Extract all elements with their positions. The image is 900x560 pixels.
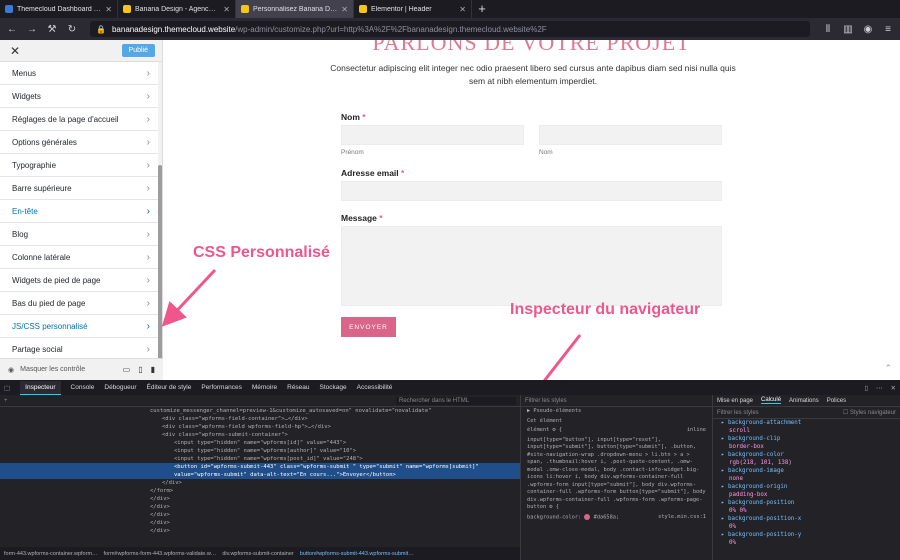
color-swatch[interactable] [584,513,591,520]
property-value: border-box [729,444,764,450]
html-node-line[interactable]: <input type="hidden" name="wpforms[post_… [0,455,520,463]
computed-property[interactable]: ▸ background-position-y 0% [713,531,900,547]
computed-property[interactable]: ▸ background-origin padding-box [713,483,900,499]
property-name: ▸ background-origin [721,484,788,490]
property-name: ▸ background-position-y [721,532,802,538]
devtools-html-panel: + Rechercher dans le HTML customize_mess… [0,395,520,547]
property-name: ▸ background-position-x [721,516,802,522]
property-value: none [729,476,743,482]
html-breadcrumb: form-443.wpforms-container.wpform… form#w… [0,547,520,560]
computed-tab[interactable]: Animations [789,398,819,404]
html-node-line[interactable]: value="wpforms-submit" data-alt-text="En… [0,471,520,479]
html-tree: customize_messenger_channel=preview-1&cu… [0,407,520,535]
devtools-tabs: ⬚ Inspecteur Console Débogueur Éditeur de st… [0,380,900,395]
html-node-line[interactable]: customize_messenger_channel=preview-1&cu… [0,407,520,415]
devtools-tab[interactable]: Éditeur de style [147,384,192,391]
computed-properties: ▸ background-attachment scroll ▸ backgroun… [713,419,900,547]
devtools-computed-panel: Mise en page Calculé Animations Polices Fil… [712,395,900,560]
html-node-line[interactable]: </div> [0,527,520,535]
property-name: ▸ background-position [721,500,795,506]
html-node-line[interactable]: </div> [0,511,520,519]
property-value: 0% 0% [729,508,747,514]
rules-toolbar: Filtrer les styles [521,395,712,407]
computed-property[interactable]: ▸ background-position-x 0% [713,515,900,531]
html-node-line[interactable]: <div class="wpforms-submit-container"> [0,431,520,439]
property-name: ▸ background-attachment [721,420,802,426]
html-node-line[interactable]: <input type="hidden" name="wpforms[id]" … [0,439,520,447]
browser-styles-checkbox[interactable]: ☐ Styles navigateur [843,409,896,416]
computed-toolbar: Filtrer les styles ☐ Styles navigateur [713,407,900,419]
breadcrumb-item[interactable]: form-443.wpforms-container.wpform… [4,551,98,557]
property-value: rgb(218, 101, 138) [729,460,792,466]
css-declaration[interactable]: background-color: #da658a; style.min.css… [521,513,712,523]
html-node-line[interactable]: <button id="wpforms-submit-443" class="w… [0,463,520,471]
html-toolbar: + Rechercher dans le HTML [0,395,520,407]
computed-property[interactable]: ▸ background-clip border-box [713,435,900,451]
devtools-tab[interactable]: Réseau [287,384,309,391]
devtools-rules-panel: Filtrer les styles ▶ Pseudo-éléments Cet… [520,395,712,560]
devtools-tab[interactable]: Inspecteur [20,380,61,395]
computed-property[interactable]: ▸ background-attachment scroll [713,419,900,435]
html-node-line[interactable]: </div> [0,519,520,527]
html-node-line[interactable]: </form> [0,487,520,495]
html-node-line[interactable]: </div> [0,479,520,487]
filter-styles-input[interactable]: Filtrer les styles [525,398,567,404]
html-node-line[interactable]: </div> [0,503,520,511]
computed-property[interactable]: ▸ background-position 0% 0% [713,499,900,515]
close-devtools-icon[interactable]: ✕ [891,384,896,392]
breadcrumb-item[interactable]: div.wpforms-submit-container [222,551,293,557]
html-node-line[interactable]: </div> [0,495,520,503]
css-rule-selector: input[type="button"], input[type="reset"… [527,436,706,511]
computed-tabs: Mise en page Calculé Animations Polices [713,395,900,407]
devtools-tab[interactable]: Console [71,384,95,391]
property-value: 0% [729,540,736,546]
computed-tab[interactable]: Calculé [761,397,782,404]
computed-property[interactable]: ▸ background-color rgb(218, 101, 138) [713,451,900,467]
devtools-tab[interactable]: Débogueur [104,384,136,391]
devtools-tab[interactable]: Accessibilité [357,384,393,391]
pseudo-elements-toggle[interactable]: ▶ Pseudo-éléments [521,407,712,417]
breadcrumb-item[interactable]: form#wpforms-form-443.wpforms-validate.w… [104,551,217,557]
devtools-tab[interactable]: Stockage [320,384,347,391]
property-name: ▸ background-color [721,452,784,458]
dock-icon[interactable]: ▯ [864,384,868,392]
computed-property[interactable]: ▸ background-image none [713,467,900,483]
html-node-line[interactable]: <div class="wpforms-field wpforms-field-… [0,423,520,431]
computed-tab[interactable]: Polices [827,398,846,404]
devtools-tab[interactable]: Performances [201,384,241,391]
property-value: scroll [729,428,750,434]
element-rule: élément ⚙ { inline [527,427,706,433]
html-node-line[interactable]: <input type="hidden" name="wpforms[autho… [0,447,520,455]
html-search-input[interactable]: Rechercher dans le HTML [396,396,516,405]
property-value: padding-box [729,492,768,498]
html-node-line[interactable]: <div class="wpforms-field-container">…</… [0,415,520,423]
property-name: ▸ background-image [721,468,784,474]
add-node-icon[interactable]: + [4,398,8,404]
property-value: 0% [729,524,736,530]
this-element-heading: Cet élément [527,417,563,424]
more-icon[interactable]: ⋯ [876,384,883,392]
arrow-to-css-item [161,268,217,327]
property-name: ▸ background-clip [721,436,781,442]
devtools-tab[interactable]: Mémoire [252,384,277,391]
computed-filter-input[interactable]: Filtrer les styles [717,410,759,416]
element-picker-icon[interactable]: ⬚ [4,384,10,392]
computed-tab[interactable]: Mise en page [717,398,753,404]
breadcrumb-item[interactable]: button#wpforms-submit-443.wpforms-submit… [300,551,414,557]
